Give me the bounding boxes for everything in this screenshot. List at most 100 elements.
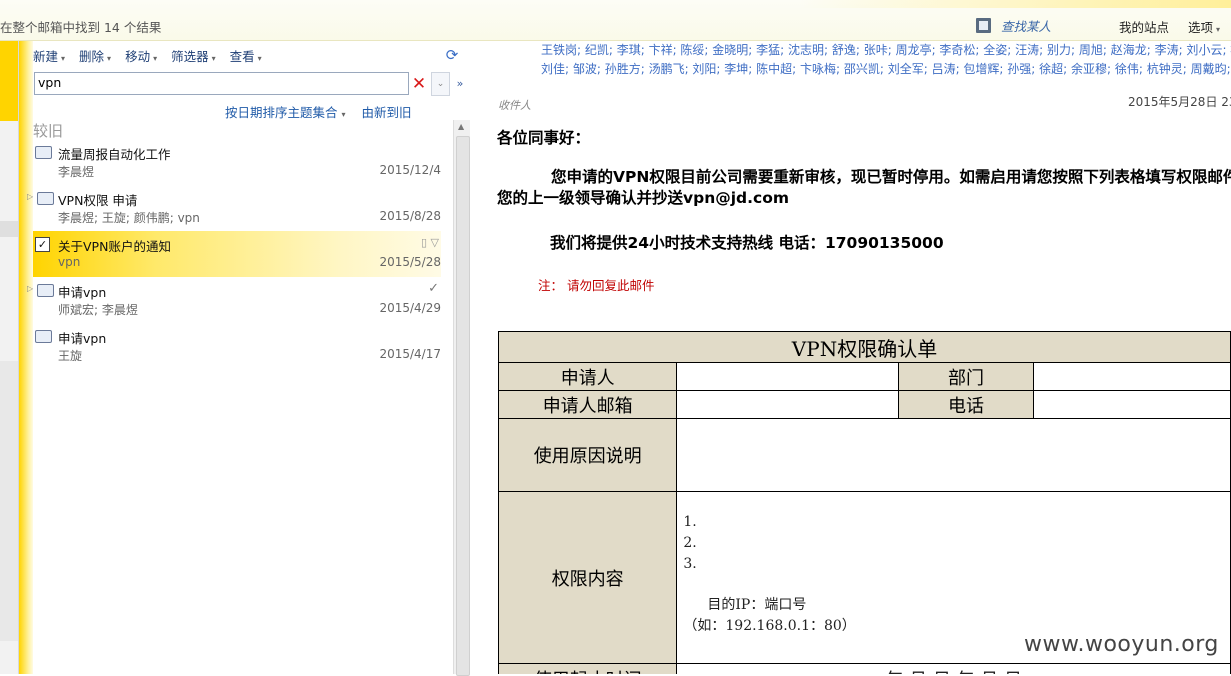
flag-icon[interactable]: ▯ ▽ <box>421 236 439 249</box>
delete-label[interactable]: 删除 <box>79 49 104 64</box>
permission-line: 1. <box>683 514 697 530</box>
chevron-down-icon: ▾ <box>61 54 66 63</box>
permission-line: 2. <box>683 535 697 551</box>
scroll-thumb[interactable] <box>456 136 470 676</box>
permission-label: 权限内容 <box>497 491 678 664</box>
expand-conversation-icon[interactable]: ▷ <box>27 284 33 293</box>
message-date: 2015/4/29 <box>379 301 441 315</box>
list-toolbar: 新建 ▾ 删除 ▾ 移动 ▾ 筛选器 ▾ 查看 ▾ <box>33 46 262 66</box>
list-item[interactable]: ▷ VPN权限 申请 李晨煜; 王旋; 颜伟鹏; vpn 2015/8/28 <box>27 185 441 231</box>
search-result-summary: 在整个邮箱中找到 14 个结果 <box>0 20 162 35</box>
new-label[interactable]: 新建 <box>33 49 58 64</box>
checkbox-checked-icon[interactable]: ✓ <box>35 237 50 252</box>
move-label[interactable]: 移动 <box>125 49 150 64</box>
permission-line: 3. <box>683 556 697 572</box>
options-label[interactable]: 选项 <box>1188 20 1213 35</box>
sort-bar: 按日期排序主题集合 ▾ 由新到旧 <box>225 102 412 121</box>
search-input[interactable] <box>35 73 381 92</box>
chevron-down-icon: ▾ <box>257 54 262 63</box>
message-date: 2015/5/28 <box>379 255 441 269</box>
mail-hotline: 我们将提供24小时技术支持热线 电话：17090135000 <box>550 234 944 252</box>
chevron-down-icon: ▾ <box>1216 25 1221 34</box>
permission-target: 目的IP：端口号 <box>707 597 807 613</box>
folder-highlight <box>0 41 18 121</box>
recipients-line[interactable]: 刘佳; 邹波; 孙胜方; 汤鹏飞; 刘阳; 李坤; 陈中超; 卞咏梅; 邵兴凯;… <box>541 60 1231 79</box>
message-from: 师斌宏; 李晨煜 <box>58 303 138 317</box>
message-from: 王旋 <box>58 349 83 363</box>
department-label: 部门 <box>898 362 1034 391</box>
reason-label: 使用原因说明 <box>497 418 678 492</box>
chevron-down-icon: ▾ <box>153 54 158 63</box>
top-bar: 在整个邮箱中找到 14 个结果 查找某人 我的站点 选项 ▾ <box>0 0 1231 41</box>
message-subject: 流量周报自动化工作 <box>58 147 171 162</box>
message-from: vpn <box>58 255 81 269</box>
mail-note: 注： 请勿回复此邮件 <box>538 278 655 293</box>
message-date: 2015/4/17 <box>379 347 441 361</box>
sort-order-toggle[interactable]: 由新到旧 <box>362 102 412 121</box>
list-item[interactable]: ▷ 申请vpn 师斌宏; 李晨煜 2015/4/29 ✓ <box>27 277 441 323</box>
address-book-icon[interactable] <box>976 18 991 33</box>
my-site-link[interactable]: 我的站点 <box>1119 17 1169 36</box>
expand-conversation-icon[interactable]: ▷ <box>27 192 33 201</box>
chevron-down-icon: ▾ <box>341 110 346 119</box>
move-button[interactable]: 移动 ▾ <box>125 46 157 66</box>
conversation-icon <box>34 189 54 205</box>
clear-search-icon[interactable]: ✕ <box>409 74 429 94</box>
view-button[interactable]: 查看 ▾ <box>230 46 262 66</box>
mail-date: 2015年5月28日 23: <box>1128 95 1231 109</box>
view-label[interactable]: 查看 <box>230 49 255 64</box>
message-from: 李晨煜 <box>58 165 95 179</box>
message-subject: 关于VPN账户的通知 <box>58 239 171 254</box>
top-glow <box>800 0 1231 8</box>
message-date: 2015/8/28 <box>379 209 441 223</box>
filter-label[interactable]: 筛选器 <box>171 49 209 64</box>
search-options-dropdown[interactable]: ⌄ <box>431 72 450 96</box>
list-item-selected[interactable]: ✓ 关于VPN账户的通知 vpn 2015/5/28 ▯ ▽ <box>33 231 441 277</box>
applicant-label: 申请人 <box>497 362 678 391</box>
period-label: 使用起止时间 <box>497 663 678 674</box>
chevron-down-icon: ▾ <box>107 54 112 63</box>
period-value: 年 月 日 年 月 日 <box>676 663 1231 674</box>
expand-search-icon[interactable]: » <box>453 74 467 94</box>
folder-scroll-area <box>0 361 18 641</box>
list-scrollbar[interactable]: ▲ <box>453 120 471 676</box>
refresh-icon[interactable]: ⟳ <box>444 47 460 63</box>
new-button[interactable]: 新建 ▾ <box>33 46 65 66</box>
message-list-pane: 新建▾ 删除▾ 移动▾ 筛选器▾ 查看▾ ⟳ ✕ ⌄ » 按日期排序主题集合▾ … <box>27 41 471 676</box>
checkmark-icon: ✓ <box>428 281 439 296</box>
form-title: VPN权限确认单 <box>498 331 1231 363</box>
list-item[interactable]: 流量周报自动化工作 李晨煜 2015/12/4 <box>33 139 441 185</box>
message-list: 流量周报自动化工作 李晨煜 2015/12/4 ▷ VPN权限 申请 李晨煜; … <box>27 139 441 369</box>
conversation-icon <box>34 281 54 297</box>
message-subject: 申请vpn <box>58 285 107 300</box>
message-subject: VPN权限 申请 <box>58 193 138 208</box>
applicant-value <box>676 362 900 391</box>
message-from: 李晨煜; 王旋; 颜伟鹏; vpn <box>58 211 200 225</box>
folder-pane-collapsed <box>0 41 19 674</box>
mail-greeting: 各位同事好： <box>497 129 591 147</box>
list-item[interactable]: 申请vpn 王旋 2015/4/17 <box>33 323 441 369</box>
recipients-line[interactable]: 王铁岗; 纪凯; 李琪; 卞祥; 陈绥; 金晓明; 李猛; 沈志明; 舒逸; 张… <box>541 41 1231 60</box>
delete-button[interactable]: 删除 ▾ <box>79 46 111 66</box>
filter-button[interactable]: 筛选器 ▾ <box>171 46 216 66</box>
options-menu[interactable]: 选项 ▾ <box>1188 17 1220 36</box>
find-someone[interactable]: 查找某人 <box>976 16 1051 35</box>
phone-label: 电话 <box>898 390 1034 419</box>
pane-divider <box>19 41 33 674</box>
reading-pane: 王铁岗; 纪凯; 李琪; 卞祥; 陈绥; 金晓明; 李猛; 沈志明; 舒逸; 张… <box>470 41 1231 674</box>
recipient-list[interactable]: 王铁岗; 纪凯; 李琪; 卞祥; 陈绥; 金晓明; 李猛; 沈志明; 舒逸; 张… <box>541 41 1231 79</box>
scroll-up-icon[interactable]: ▲ <box>458 122 464 131</box>
department-value <box>1032 362 1231 391</box>
find-someone-label[interactable]: 查找某人 <box>1001 16 1051 35</box>
vpn-form-table: VPN权限确认单 申请人 部门 申请人邮箱 电话 使用原因说明 权限内容 1. … <box>497 331 1231 674</box>
group-header: 较旧 <box>33 122 64 140</box>
applicant-email-label: 申请人邮箱 <box>497 390 678 419</box>
search-box[interactable] <box>34 72 409 95</box>
chevron-down-icon: ▾ <box>211 54 216 63</box>
mail-paragraph: 您申请的VPN权限目前公司需要重新审核，现已暂时停用。如需启用请您按照下列表格填… <box>497 168 1231 207</box>
reason-value <box>676 418 1231 492</box>
folder-marker <box>0 221 18 237</box>
sort-by-label[interactable]: 按日期排序主题集合 <box>225 105 338 120</box>
message-date: 2015/12/4 <box>379 163 441 177</box>
sort-by-dropdown[interactable]: 按日期排序主题集合 ▾ <box>225 102 346 121</box>
